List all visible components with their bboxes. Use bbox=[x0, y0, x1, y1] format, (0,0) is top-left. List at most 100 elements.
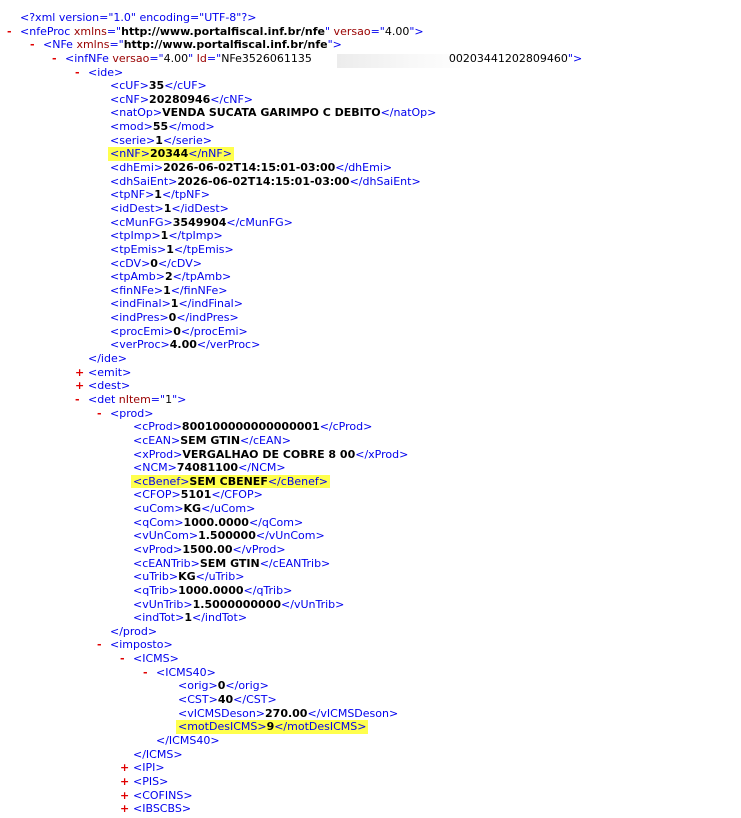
node-value: 1 bbox=[166, 242, 174, 256]
xml-line: <dhSaiEnt>2026-06-02T14:15:01-03:00</dhS… bbox=[0, 175, 741, 189]
xml-line: <tpEmis>1</tpEmis> bbox=[0, 243, 741, 257]
collapse-toggle[interactable]: - bbox=[7, 25, 12, 39]
node-value: 800100000000000001 bbox=[181, 420, 320, 434]
expand-toggle[interactable]: + bbox=[75, 366, 84, 380]
xml-node: <?xml version="1.0" encoding="UTF-8"?> bbox=[20, 11, 256, 25]
expand-toggle[interactable]: + bbox=[75, 379, 84, 393]
markup: NFe bbox=[52, 38, 73, 52]
xml-line: <indFinal>1</indFinal> bbox=[0, 297, 741, 311]
xml-line: <orig>0</orig> bbox=[0, 679, 741, 693]
xml-line: </prod> bbox=[0, 625, 741, 639]
markup: </ICMS> bbox=[133, 747, 183, 761]
xml-node: <ide> bbox=[88, 66, 123, 80]
xml-node: </ICMS> bbox=[133, 748, 183, 762]
expand-toggle[interactable]: + bbox=[120, 775, 129, 789]
markup: <ICMS> bbox=[133, 652, 179, 666]
markup: <CFOP> bbox=[133, 488, 181, 502]
markup: <IPI> bbox=[133, 761, 165, 775]
expand-toggle[interactable]: + bbox=[120, 761, 129, 775]
markup: <tpEmis> bbox=[110, 242, 167, 256]
markup: <cNF> bbox=[110, 92, 150, 106]
xml-node: <qTrib>1000.0000</qTrib> bbox=[133, 584, 292, 598]
markup: =" bbox=[370, 24, 385, 38]
markup: <finNFe> bbox=[110, 283, 164, 297]
collapse-toggle[interactable]: - bbox=[143, 666, 148, 680]
markup: <PIS> bbox=[133, 774, 169, 788]
markup: <verProc> bbox=[110, 338, 170, 352]
xml-line: <serie>1</serie> bbox=[0, 134, 741, 148]
markup: <orig> bbox=[178, 679, 218, 693]
xml-node: <tpNF>1</tpNF> bbox=[110, 188, 210, 202]
markup: <vUnTrib> bbox=[133, 597, 193, 611]
xml-node: <vUnCom>1.500000</vUnCom> bbox=[133, 529, 325, 543]
attribute-name: xmlns bbox=[72, 38, 110, 52]
xml-node: <tpImp>1</tpImp> bbox=[110, 229, 223, 243]
xml-node: <emit> bbox=[88, 366, 131, 380]
xml-node: <IPI> bbox=[133, 761, 165, 775]
attribute-name: xmlns bbox=[70, 24, 107, 38]
expand-toggle[interactable]: + bbox=[120, 802, 129, 816]
xml-line: - <NFe xmlns="http://www.portalfiscal.inf… bbox=[0, 38, 741, 52]
xml-node: <PIS> bbox=[133, 775, 168, 789]
collapse-toggle[interactable]: - bbox=[97, 407, 102, 421]
xml-line: <natOp>VENDA SUCATA GARIMPO C DEBITO</na… bbox=[0, 106, 741, 120]
node-value: 1.500000 bbox=[198, 529, 256, 543]
collapse-toggle[interactable]: - bbox=[120, 652, 125, 666]
xml-line: - <prod> bbox=[0, 407, 741, 421]
xml-node: <cDV>0</cDV> bbox=[110, 257, 202, 271]
xml-node: <cEAN>SEM GTIN</cEAN> bbox=[133, 434, 291, 448]
xml-node: <IBSCBS> bbox=[133, 802, 191, 816]
xml-node: <imposto> bbox=[110, 638, 173, 652]
markup: <det bbox=[88, 392, 116, 406]
xml-line: <cDV>0</cDV> bbox=[0, 257, 741, 271]
markup: =" bbox=[149, 51, 164, 65]
markup: </qCom> bbox=[248, 515, 304, 529]
xml-node: <natOp>VENDA SUCATA GARIMPO C DEBITO</na… bbox=[110, 106, 436, 120]
xml-node: <dest> bbox=[88, 379, 130, 393]
highlighted-element: <cBenef>SEM CBENEF</cBenef> bbox=[131, 474, 330, 489]
xml-line: <uCom>KG</uCom> bbox=[0, 502, 741, 516]
xml-line: </ide> bbox=[0, 352, 741, 366]
expand-toggle[interactable]: + bbox=[120, 789, 129, 803]
markup: <natOp> bbox=[110, 106, 163, 120]
collapse-toggle[interactable]: - bbox=[75, 393, 80, 407]
node-value: 2026-06-02T14:15:01-03:00 bbox=[163, 161, 336, 175]
markup: <vICMSDeson> bbox=[178, 706, 266, 720]
xml-node: <nfeProc xmlns="http://www.portalfiscal.… bbox=[20, 25, 424, 39]
markup: <xProd> bbox=[133, 447, 183, 461]
attribute-value: 4.00 bbox=[384, 24, 410, 38]
node-value: 1 bbox=[163, 283, 171, 297]
collapse-toggle[interactable]: - bbox=[52, 52, 57, 66]
xml-line: + <PIS> bbox=[0, 775, 741, 789]
collapse-toggle[interactable]: - bbox=[97, 638, 102, 652]
node-value: 0 bbox=[150, 256, 158, 270]
xml-line: <NCM>74081100</NCM> bbox=[0, 461, 741, 475]
xml-node: <indTot>1</indTot> bbox=[133, 611, 247, 625]
collapse-toggle[interactable]: - bbox=[30, 38, 35, 52]
collapse-toggle[interactable]: - bbox=[75, 66, 80, 80]
markup: <procEmi> bbox=[110, 324, 174, 338]
markup: </cEAN> bbox=[240, 433, 291, 447]
markup: <prod> bbox=[110, 406, 154, 420]
xml-line: <mod>55</mod> bbox=[0, 120, 741, 134]
xml-line: <indTot>1</indTot> bbox=[0, 611, 741, 625]
markup: </dhSaiEnt> bbox=[349, 174, 421, 188]
xml-line: <motDesICMS>9</motDesICMS> bbox=[0, 720, 741, 734]
node-value: 1.5000000000 bbox=[192, 597, 282, 611]
markup: </cProd> bbox=[319, 420, 373, 434]
xml-line: <vICMSDeson>270.00</vICMSDeson> bbox=[0, 707, 741, 721]
markup: </CFOP> bbox=[211, 488, 263, 502]
xml-node: <idDest>1</idDest> bbox=[110, 202, 229, 216]
markup: </cDV> bbox=[157, 256, 202, 270]
xml-line: <qCom>1000.0000</qCom> bbox=[0, 516, 741, 530]
xml-node: <tpEmis>1</tpEmis> bbox=[110, 243, 234, 257]
markup: <uCom> bbox=[133, 502, 184, 516]
node-value: 1000.0000 bbox=[183, 515, 249, 529]
xml-node: <mod>55</mod> bbox=[110, 120, 215, 134]
xml-line: + <emit> bbox=[0, 366, 741, 380]
xml-line: <procEmi>0</procEmi> bbox=[0, 325, 741, 339]
xml-line: - <nfeProc xmlns="http://www.portalfiscal… bbox=[0, 25, 741, 39]
markup: <NCM> bbox=[133, 461, 177, 475]
node-value: 4.00 bbox=[169, 338, 197, 352]
markup: </cNF> bbox=[210, 92, 254, 106]
